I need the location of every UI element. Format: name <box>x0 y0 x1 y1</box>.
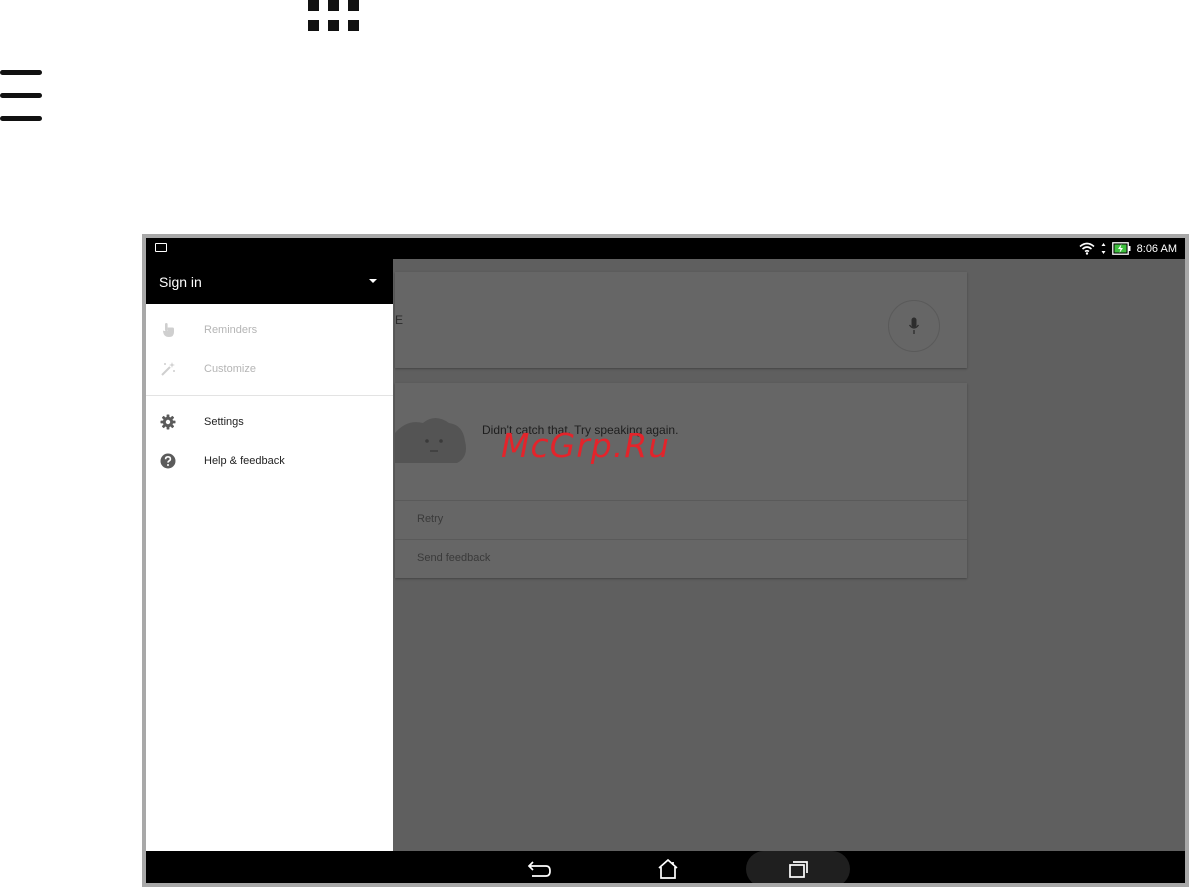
wifi-icon <box>1079 242 1095 255</box>
retry-label: Retry <box>417 513 444 525</box>
send-feedback-action[interactable]: Send feedback <box>395 540 967 578</box>
battery-charging-icon <box>1111 242 1131 255</box>
device-screen: 8:06 AM E Didn't catch that. Try speakin… <box>142 234 1189 887</box>
watermark-text: McGrp.Ru <box>501 426 671 465</box>
drawer-item-label: Help & feedback <box>204 455 285 467</box>
sign-in-label: Sign in <box>159 274 202 290</box>
drawer-item-reminders[interactable]: Reminders <box>146 311 393 350</box>
sad-cloud-icon <box>395 418 466 463</box>
dropdown-arrow-icon[interactable] <box>369 279 377 283</box>
reminder-hand-icon <box>163 323 174 337</box>
image-notification-icon <box>155 243 167 252</box>
search-partial-text: E <box>395 313 404 327</box>
drawer-item-help-feedback[interactable]: Help & feedback <box>146 442 393 481</box>
status-icons: 8:06 AM <box>1079 241 1177 256</box>
apps-grid-icon <box>308 0 360 33</box>
error-card: Didn't catch that. Try speaking again. R… <box>395 383 967 578</box>
drawer-item-settings[interactable]: Settings <box>146 403 393 442</box>
microphone-icon <box>908 317 920 334</box>
back-icon[interactable] <box>518 857 558 881</box>
drawer-item-customize[interactable]: Customize <box>146 350 393 389</box>
status-time: 8:06 AM <box>1136 242 1177 255</box>
drawer-item-label: Settings <box>204 416 244 428</box>
search-card[interactable]: E <box>395 272 967 368</box>
hamburger-menu-icon <box>0 70 42 122</box>
navigation-drawer: Sign in Reminders Customize Settings Hel… <box>146 259 393 851</box>
magic-wand-icon <box>161 362 175 376</box>
help-icon <box>160 453 176 469</box>
navigation-bar <box>146 851 1185 883</box>
retry-action[interactable]: Retry <box>395 501 967 539</box>
gear-icon <box>160 414 176 430</box>
drawer-divider <box>146 395 393 396</box>
status-bar: 8:06 AM <box>146 238 1185 259</box>
account-header[interactable]: Sign in <box>146 259 393 304</box>
drawer-item-label: Customize <box>204 363 256 375</box>
mic-button[interactable] <box>888 300 940 352</box>
signal-arrows-icon <box>1101 243 1106 254</box>
drawer-item-label: Reminders <box>204 324 258 336</box>
home-icon[interactable] <box>648 857 688 881</box>
send-feedback-label: Send feedback <box>417 552 491 564</box>
recents-icon[interactable] <box>778 857 818 881</box>
